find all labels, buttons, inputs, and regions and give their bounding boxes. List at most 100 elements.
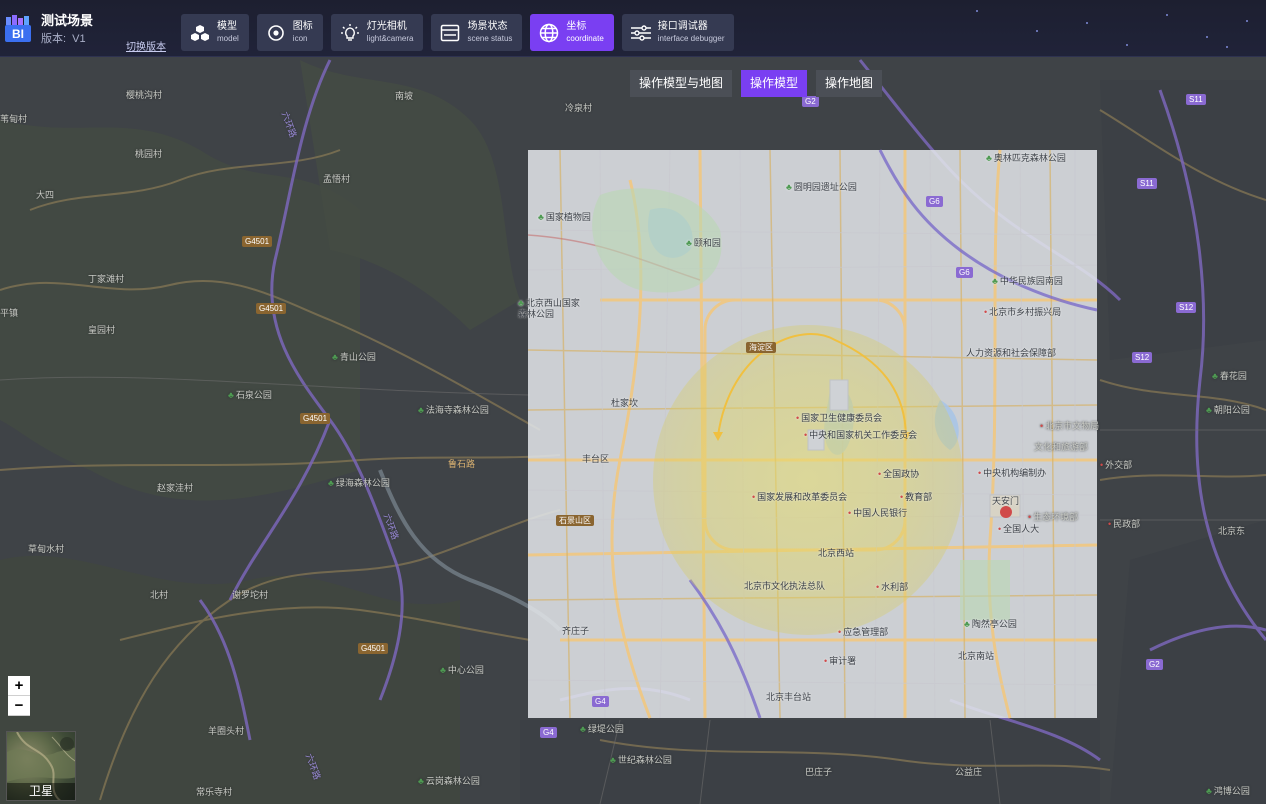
map-label: 法海寺森林公园 <box>418 403 489 416</box>
map-pin-icon <box>265 22 287 44</box>
version-value: V1 <box>72 33 86 45</box>
nav-sublabel: coordinate <box>566 34 604 43</box>
map-label: 春花园 <box>1212 369 1247 382</box>
road-badge: S11 <box>1137 178 1157 189</box>
nav-light-camera[interactable]: 灯光相机 light&camera <box>330 14 424 51</box>
map-label: 北京东 <box>1218 526 1246 536</box>
map-label: 人力资源和社会保障部 <box>966 348 1057 358</box>
road-label: 丰台区 <box>582 454 610 464</box>
map-view[interactable]: 樱桃沟村 苇甸村 南坡 冷泉村 桃园村 大四 孟悟村 丁家滩村 平镇 皇园村 青… <box>0 0 1266 804</box>
nav-coordinate[interactable]: 坐标 coordinate <box>530 14 614 51</box>
road-badge: G6 <box>956 267 973 278</box>
map-label: 北京西山国家森林公园 <box>518 298 588 320</box>
district-label: 海淀区 <box>746 342 776 353</box>
nav-scene-status[interactable]: 场景状态 scene status <box>431 14 523 51</box>
road-badge: G4 <box>592 696 609 707</box>
nav-sublabel: model <box>217 34 239 43</box>
nav-label: 灯光相机 <box>366 21 407 32</box>
map-label: 丁家滩村 <box>88 274 125 284</box>
map-label: 天安门 <box>992 496 1020 506</box>
nav-sublabel: interface debugger <box>657 34 725 43</box>
map-label: 中心公园 <box>440 663 484 676</box>
map-label: 苇甸村 <box>0 114 28 124</box>
version-label: 版本: <box>41 33 67 45</box>
map-label: 中央机构编制办 <box>978 466 1046 479</box>
operation-mode-toggle: 操作模型与地图 操作模型 操作地图 <box>630 70 891 97</box>
top-bar: BI 测试场景 版本: V1 切换版本 模型 model 图标 icon 灯光相… <box>0 0 1266 57</box>
map-label: 绿海森林公园 <box>328 476 390 489</box>
brand: BI 测试场景 版本: V1 <box>4 13 93 49</box>
decorative-starfield <box>706 0 1266 57</box>
nav-icon[interactable]: 图标 icon <box>256 14 323 51</box>
zoom-out-button[interactable]: − <box>8 696 30 716</box>
map-label: 北京市文化执法总队 <box>744 581 826 591</box>
zoom-control: + − <box>8 676 30 716</box>
map-label: 谢罗坨村 <box>232 590 269 600</box>
map-label: 水利部 <box>876 580 908 593</box>
map-label: 外交部 <box>1100 458 1132 471</box>
map-label: 文化和旅游部 <box>1034 442 1089 452</box>
map-label: 国家发展和改革委员会 <box>752 490 847 503</box>
map-label: 常乐寺村 <box>196 787 233 797</box>
map-label: 朝阳公园 <box>1206 403 1250 416</box>
window-icon <box>439 22 461 44</box>
map-label: 中华民族园南园 <box>992 274 1063 287</box>
svg-text:BI: BI <box>12 27 24 41</box>
app-root: 樱桃沟村 苇甸村 南坡 冷泉村 桃园村 大四 孟悟村 丁家滩村 平镇 皇园村 青… <box>0 0 1266 804</box>
map-label: 石泉公园 <box>228 388 272 401</box>
map-label: 圆明园遗址公园 <box>786 180 857 193</box>
map-label: 中央和国家机关工作委员会 <box>804 428 917 441</box>
road-badge: G4501 <box>300 413 331 424</box>
nav-label: 模型 <box>217 21 237 32</box>
nav-label: 图标 <box>292 21 313 32</box>
map-label: 奥林匹克森林公园 <box>986 151 1066 164</box>
map-label: 齐庄子 <box>562 626 590 636</box>
road-badge: G4501 <box>358 643 389 654</box>
map-label: 南坡 <box>395 91 414 101</box>
road-label: 鲁石路 <box>448 459 476 469</box>
cube-cluster-icon <box>189 22 211 44</box>
map-label: 应急管理部 <box>838 625 888 638</box>
map-label: 颐和园 <box>686 236 721 249</box>
nav-model[interactable]: 模型 model <box>181 14 249 51</box>
switch-version-link[interactable]: 切换版本 <box>126 38 166 53</box>
nav-interface-debugger[interactable]: 接口调试器 interface debugger <box>621 14 735 51</box>
basemap-label: 卫星 <box>7 783 75 800</box>
app-title: 测试场景 <box>41 13 94 28</box>
map-label: 孟悟村 <box>323 174 351 184</box>
map-label: 公益庄 <box>955 767 983 777</box>
map-label: 皇园村 <box>88 325 116 335</box>
map-label: 世纪森林公园 <box>610 753 672 766</box>
road-badge: S11 <box>1186 94 1206 105</box>
map-label: 北京西站 <box>818 548 855 558</box>
map-label: 草甸水村 <box>28 544 65 554</box>
road-badge: S12 <box>1132 352 1153 363</box>
map-label: 赵家洼村 <box>157 483 194 493</box>
mode-map-button[interactable]: 操作地图 <box>816 70 883 97</box>
main-nav: 模型 model 图标 icon 灯光相机 light&camera 场景状态 scen… <box>181 14 742 51</box>
map-label: 杜家坎 <box>611 398 639 408</box>
map-label: 巴庄子 <box>805 767 833 777</box>
map-label: 大四 <box>36 190 55 200</box>
road-badge: G4501 <box>256 303 287 314</box>
map-label: 北京市乡村振兴局 <box>984 305 1061 318</box>
mode-model-button[interactable]: 操作模型 <box>741 70 808 97</box>
nav-sublabel: icon <box>292 34 308 43</box>
mode-model-and-map-button[interactable]: 操作模型与地图 <box>630 70 733 97</box>
map-label: 青山公园 <box>332 350 376 363</box>
map-label: 全国政协 <box>878 467 919 480</box>
nav-label: 场景状态 <box>467 21 508 32</box>
road-badge: G4 <box>540 727 557 738</box>
road-badge: G2 <box>1146 659 1163 670</box>
map-label: 北村 <box>150 590 169 600</box>
satellite-basemap-switch[interactable]: 卫星 <box>6 731 76 801</box>
zoom-in-button[interactable]: + <box>8 676 30 696</box>
road-badge: G2 <box>802 96 819 107</box>
map-label: 国家卫生健康委员会 <box>796 411 882 424</box>
map-label: 桃园村 <box>135 149 163 159</box>
map-label: 北京南站 <box>958 651 995 661</box>
map-label: 陶然亭公园 <box>964 617 1017 630</box>
nav-label: 接口调试器 <box>657 21 708 32</box>
bi-logo-icon: BI <box>4 15 34 43</box>
map-label: 绿堤公园 <box>580 722 624 735</box>
